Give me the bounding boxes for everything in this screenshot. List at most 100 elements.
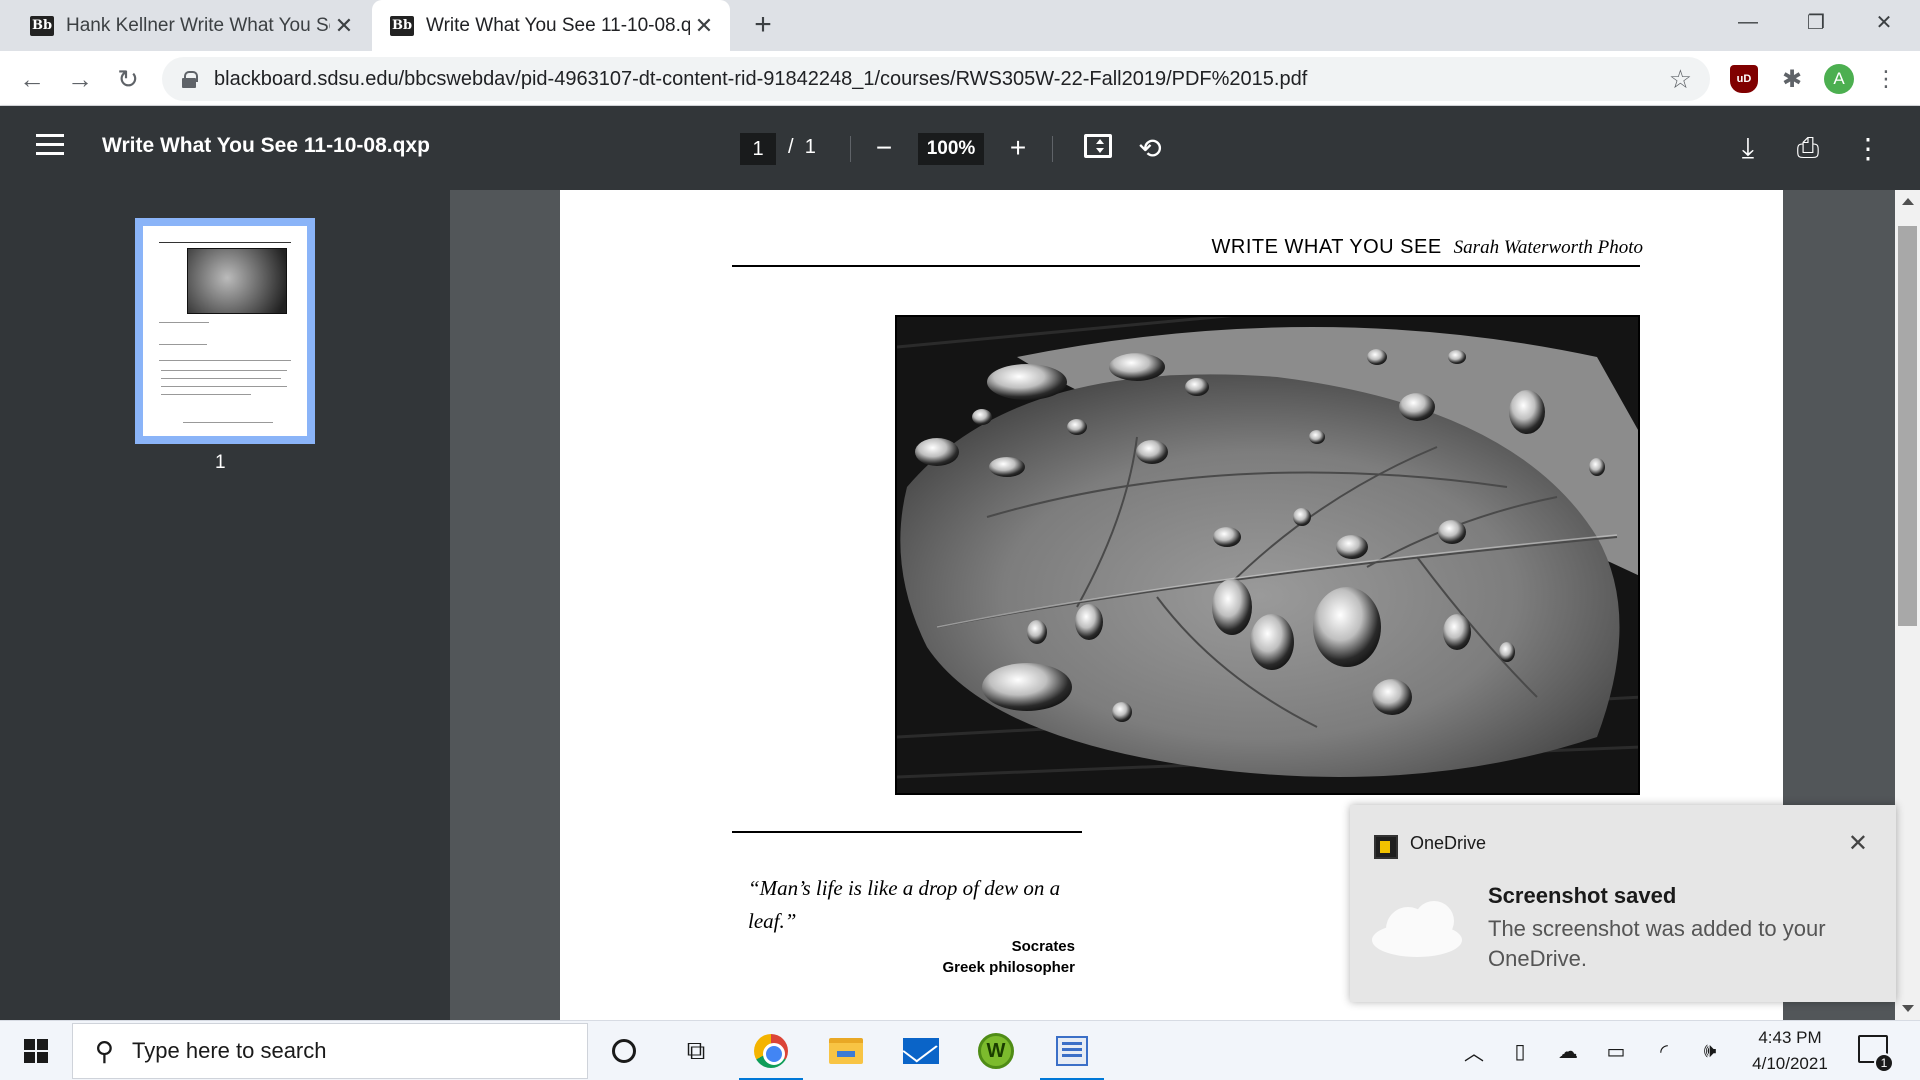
minimize-button[interactable]: — (1714, 0, 1782, 44)
close-tab-icon[interactable]: ✕ (690, 12, 718, 40)
page-thumbnail[interactable] (135, 218, 315, 444)
thumbnail-line (161, 394, 251, 395)
thumbnail-page-number: 1 (215, 452, 226, 473)
thumbnail-sidebar: 1 (0, 190, 450, 1020)
thumbnail-page (143, 226, 307, 436)
rotate-icon[interactable]: ⟲ (1132, 130, 1168, 166)
scroll-up-arrow-icon[interactable] (1902, 198, 1914, 205)
reload-button[interactable]: ↻ (110, 61, 146, 97)
quote-text: “Man’s life is like a drop of dew on a l… (748, 876, 1061, 933)
fit-to-page-icon[interactable] (1084, 134, 1112, 158)
more-actions-icon[interactable]: ⋮ (1850, 130, 1886, 166)
mail-taskbar-button[interactable] (885, 1021, 957, 1080)
extensions-puzzle-icon[interactable]: ✱ (1778, 65, 1806, 93)
scrollbar-thumb[interactable] (1898, 226, 1917, 626)
windows-logo-icon (24, 1039, 48, 1063)
page-header-title: WRITE WHAT YOU SEE (1211, 236, 1442, 258)
restore-button[interactable]: ❐ (1782, 0, 1850, 44)
header-rule (732, 265, 1640, 267)
document-app-taskbar-button[interactable] (1036, 1021, 1108, 1080)
clock-date: 4/10/2021 (1752, 1054, 1828, 1073)
search-icon: ⚲ (95, 1035, 115, 1066)
cortana-icon (612, 1039, 636, 1063)
profile-avatar[interactable]: A (1824, 64, 1854, 94)
author-role: Greek philosopher (942, 959, 1075, 976)
toolbar-divider (850, 136, 851, 162)
taskbar-search[interactable]: ⚲ Type here to search (72, 1023, 588, 1079)
photo-credit: Sarah Waterworth Photo (1453, 237, 1643, 258)
battery-icon[interactable]: ▭ (1596, 1021, 1636, 1080)
new-tab-button[interactable]: + (748, 8, 778, 41)
wifi-icon[interactable]: ◜ (1644, 1021, 1684, 1080)
thumbnail-line (161, 370, 287, 371)
page-separator: / (788, 136, 794, 158)
pdf-title: Write What You See 11-10-08.qxp (102, 134, 430, 157)
document-app-icon (1056, 1036, 1088, 1066)
pdf-toolbar: Write What You See 11-10-08.qxp 1 / 1 − … (0, 106, 1920, 190)
thumbnail-photo (187, 248, 287, 314)
url-text[interactable]: blackboard.sdsu.edu/bbcswebdav/pid-49631… (214, 68, 1669, 91)
zoom-in-icon[interactable]: + (1000, 130, 1036, 166)
thumbnail-line (183, 422, 273, 423)
tab-hank-kellner[interactable]: Bb Hank Kellner Write What You See ✕ (0, 0, 370, 51)
vertical-scrollbar[interactable] (1895, 190, 1920, 1020)
search-placeholder[interactable]: Type here to search (132, 1038, 326, 1064)
thumbnail-line (159, 322, 209, 323)
total-pages: 1 (804, 136, 816, 158)
tab-strip: Bb Hank Kellner Write What You See ✕ Bb … (0, 0, 1920, 51)
clock-time: 4:43 PM (1758, 1028, 1822, 1047)
quote-rule (732, 831, 1082, 833)
leaf-photo-graphic (897, 317, 1638, 793)
page-header: WRITE WHAT YOU SEE Sarah Waterworth Phot… (1212, 236, 1643, 259)
ublock-extension-icon[interactable]: uD (1730, 65, 1758, 93)
thumbnail-header-rule (159, 242, 291, 243)
zoom-level-input[interactable]: 100% (918, 133, 984, 165)
chrome-icon (754, 1034, 788, 1068)
cortana-button[interactable] (588, 1021, 660, 1080)
toast-close-icon[interactable]: ✕ (1848, 829, 1868, 858)
toast-body: The screenshot was added to your OneDriv… (1488, 916, 1826, 971)
thumbnail-line (159, 344, 207, 345)
address-bar[interactable]: blackboard.sdsu.edu/bbcswebdav/pid-49631… (162, 57, 1710, 101)
author-name: Socrates (1011, 938, 1075, 955)
close-tab-icon[interactable]: ✕ (330, 12, 358, 40)
system-clock[interactable]: 4:43 PM 4/10/2021 (1720, 1025, 1860, 1077)
browser-menu-icon[interactable]: ⋮ (1872, 65, 1900, 93)
thumbnail-line (159, 360, 291, 361)
windows-taskbar: ⚲ Type here to search ⧉ W ︿ ▯ ☁ ▭ ◜ 🕪 4:… (0, 1020, 1920, 1080)
w-app-icon: W (978, 1033, 1014, 1069)
file-explorer-taskbar-button[interactable] (810, 1021, 882, 1080)
chrome-taskbar-button[interactable] (735, 1021, 807, 1080)
forward-button[interactable]: → (62, 61, 98, 97)
onedrive-app-icon (1374, 835, 1398, 859)
back-button[interactable]: ← (14, 61, 50, 97)
toast-app-name: OneDrive (1410, 833, 1487, 853)
tab-title: Write What You See 11-10-08.qxp (426, 14, 690, 36)
tab-write-what-you-see[interactable]: Bb Write What You See 11-10-08.qxp ✕ (372, 0, 730, 51)
onedrive-tray-icon[interactable]: ☁ (1548, 1021, 1588, 1080)
scroll-down-arrow-icon[interactable] (1902, 1005, 1914, 1012)
mail-icon (903, 1038, 939, 1064)
thumbnail-line (161, 378, 281, 379)
page-number-input[interactable]: 1 (740, 133, 776, 165)
tab-title: Hank Kellner Write What You See (66, 14, 330, 36)
download-icon[interactable]: ⤓ (1730, 130, 1766, 166)
show-hidden-icons-button[interactable]: ︿ (1456, 1021, 1492, 1080)
task-view-button[interactable]: ⧉ (660, 1021, 732, 1080)
notification-count-badge: 1 (1874, 1053, 1894, 1073)
start-button[interactable] (0, 1021, 72, 1080)
lock-icon[interactable] (182, 71, 198, 88)
zoom-out-icon[interactable]: − (866, 130, 902, 166)
close-window-button[interactable]: ✕ (1850, 0, 1918, 44)
sidebar-menu-icon[interactable] (36, 134, 64, 158)
page-count: / 1 (788, 136, 816, 159)
browser-toolbar: ← → ↻ blackboard.sdsu.edu/bbcswebdav/pid… (0, 51, 1920, 106)
toast-title: Screenshot saved (1488, 883, 1677, 908)
print-icon[interactable]: ⎙ (1790, 130, 1826, 166)
onedrive-notification[interactable]: OneDrive ✕ Screenshot saved The screensh… (1350, 805, 1896, 1002)
w-app-taskbar-button[interactable]: W (960, 1021, 1032, 1080)
cloud-icon (1372, 901, 1462, 957)
task-view-icon: ⧉ (686, 1035, 706, 1065)
bookmark-star-icon[interactable]: ☆ (1669, 64, 1692, 95)
meet-now-icon[interactable]: ▯ (1502, 1021, 1538, 1080)
